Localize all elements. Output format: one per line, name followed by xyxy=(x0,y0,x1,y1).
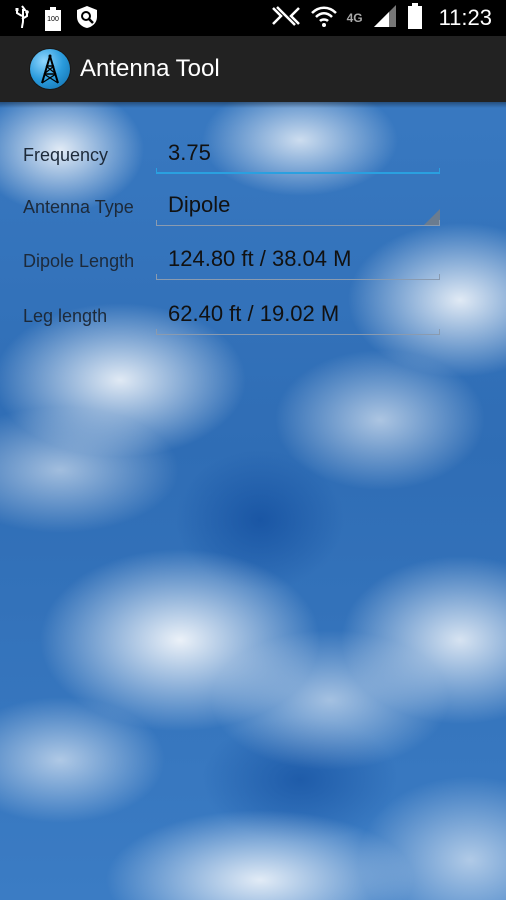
antenna-type-underline xyxy=(156,220,440,226)
battery-icon xyxy=(407,3,423,33)
antenna-type-spinner[interactable]: Dipole xyxy=(156,188,440,226)
antenna-type-label: Antenna Type xyxy=(23,197,134,217)
leg-length-underline xyxy=(156,329,440,335)
dipole-length-row: Dipole Length 124.80 ft / 38.04 M xyxy=(0,242,506,282)
leg-length-field: 62.40 ft / 19.02 M xyxy=(156,297,440,335)
security-icon xyxy=(76,5,98,33)
frequency-row: Frequency 3.75 xyxy=(0,136,506,176)
frequency-underline xyxy=(156,168,440,174)
cloud-background xyxy=(0,0,506,900)
battery-level-label: 100 xyxy=(47,16,59,23)
leg-length-value: 62.40 ft / 19.02 M xyxy=(168,301,340,326)
action-bar: Antenna Tool xyxy=(0,36,506,102)
clock: 11:23 xyxy=(438,5,492,30)
frequency-input[interactable]: 3.75 xyxy=(156,136,440,174)
dipole-length-field: 124.80 ft / 38.04 M xyxy=(156,242,440,280)
nfc-icon xyxy=(271,4,301,32)
network-type-label: 4G xyxy=(346,11,363,25)
app-screen: 100 4G 11:23 Antenna Tool Frequency 3.75… xyxy=(0,0,506,900)
signal-icon xyxy=(373,4,397,32)
antenna-type-value[interactable]: Dipole xyxy=(168,192,230,218)
usb-icon xyxy=(14,5,30,33)
status-left-icons: 100 xyxy=(14,5,98,33)
leg-length-label: Leg length xyxy=(23,306,108,326)
battery-100-icon: 100 xyxy=(44,7,62,31)
leg-length-row: Leg length 62.40 ft / 19.02 M xyxy=(0,297,506,337)
antenna-type-row: Antenna Type Dipole xyxy=(0,188,506,228)
dipole-length-value: 124.80 ft / 38.04 M xyxy=(168,246,352,271)
dipole-length-label: Dipole Length xyxy=(23,251,135,271)
wifi-icon xyxy=(310,4,337,32)
dropdown-arrow-icon[interactable] xyxy=(424,209,440,225)
dipole-length-underline xyxy=(156,274,440,280)
app-title: Antenna Tool xyxy=(80,55,220,82)
status-bar: 100 4G 11:23 xyxy=(0,0,506,36)
antenna-tower-icon[interactable] xyxy=(30,49,70,89)
action-bar-shadow xyxy=(0,102,506,108)
frequency-label: Frequency xyxy=(23,145,109,165)
status-right-icons: 4G 11:23 xyxy=(271,3,492,33)
frequency-value[interactable]: 3.75 xyxy=(168,140,211,166)
